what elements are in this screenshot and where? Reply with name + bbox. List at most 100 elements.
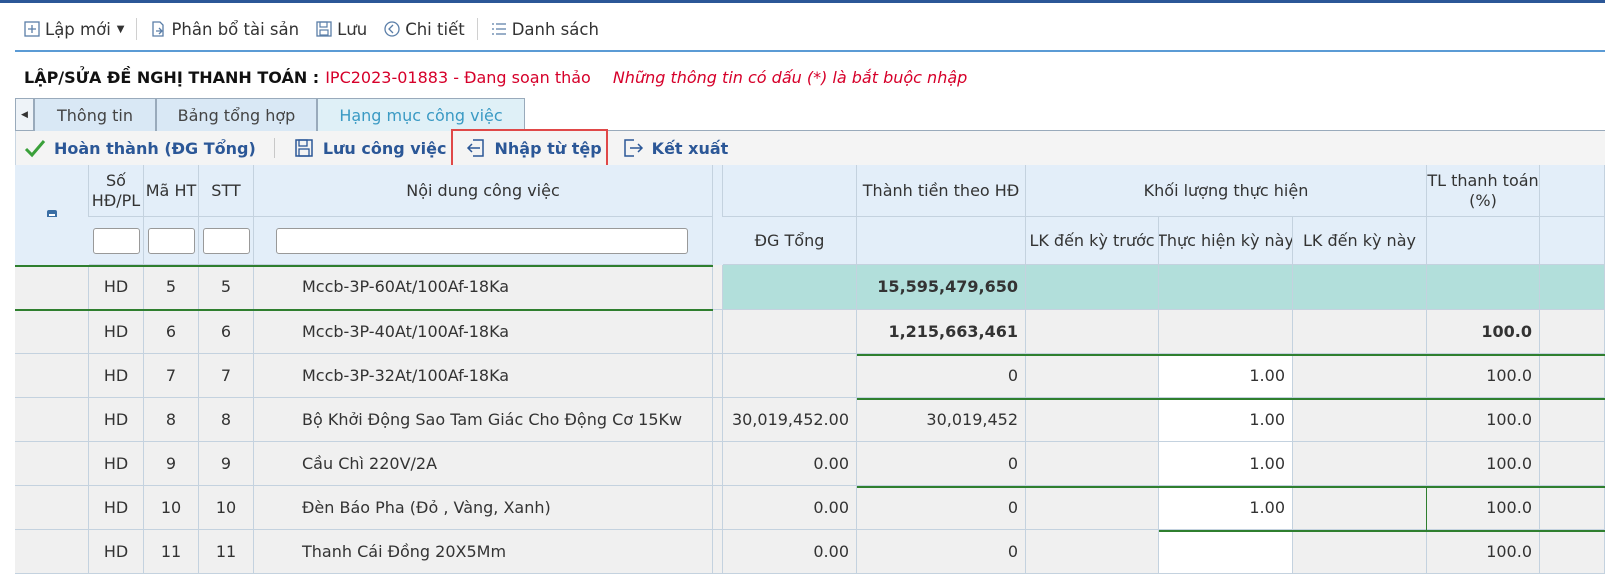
cell-stt[interactable]: 8 — [199, 398, 254, 442]
cell-stt[interactable]: 11 — [199, 530, 254, 574]
tab-summary[interactable]: Bảng tổng hợp — [156, 98, 317, 131]
export-button[interactable]: Kết xuất — [616, 131, 735, 165]
cell-prev[interactable] — [1026, 442, 1159, 486]
cell-rate[interactable] — [1427, 265, 1540, 310]
header-cumulative[interactable]: LK đến kỳ này — [1293, 217, 1427, 265]
cell-current[interactable] — [1159, 265, 1293, 310]
cell-content[interactable]: Mccb-3P-32At/100Af-18Ka — [254, 354, 713, 398]
table-row[interactable]: HD 11 11 Thanh Cái Đồng 20X5Mm 0.00 0 100.0 — [15, 530, 1605, 574]
cell-current[interactable] — [1159, 310, 1293, 354]
cell-content[interactable]: Mccb-3P-60At/100Af-18Ka — [254, 265, 713, 310]
cell-prev[interactable] — [1026, 354, 1159, 398]
allocate-assets-button[interactable]: Phân bổ tài sản — [141, 14, 307, 44]
cell-content[interactable]: Mccb-3P-40At/100Af-18Ka — [254, 310, 713, 354]
tab-info[interactable]: Thông tin — [34, 98, 156, 131]
complete-button[interactable]: Hoàn thành (ĐG Tổng) — [16, 131, 262, 165]
cell-prev[interactable] — [1026, 265, 1159, 310]
header-unit-price[interactable]: ĐG Tổng — [723, 217, 857, 265]
tab-work-items[interactable]: Hạng mục công việc — [317, 98, 525, 131]
cell-code[interactable]: 11 — [144, 530, 199, 574]
cell-stt[interactable]: 6 — [199, 310, 254, 354]
cell-contract[interactable]: HD — [89, 486, 144, 530]
cell-contract[interactable]: HD — [89, 354, 144, 398]
cell-rate[interactable]: 100.0 — [1427, 310, 1540, 354]
header-amount[interactable]: Thành tiền theo HĐ — [857, 165, 1026, 217]
cell-code[interactable]: 7 — [144, 354, 199, 398]
table-row[interactable]: HD 10 10 Đèn Báo Pha (Đỏ , Vàng, Xanh) 0.00 0… — [15, 486, 1605, 530]
cell-stt[interactable]: 9 — [199, 442, 254, 486]
header-code[interactable]: Mã HT — [144, 165, 199, 217]
detail-button[interactable]: Chi tiết — [375, 14, 472, 44]
header-prev[interactable]: LK đến kỳ trước — [1026, 217, 1159, 265]
import-from-file-button[interactable]: Nhập từ tệp — [450, 129, 608, 167]
cell-cumulative[interactable] — [1293, 354, 1427, 398]
cell-current[interactable]: 1.00 — [1159, 398, 1293, 442]
cell-cumulative[interactable] — [1293, 398, 1427, 442]
cell-stt[interactable]: 10 — [199, 486, 254, 530]
cell-unit-price[interactable]: 30,019,452.00 — [723, 398, 857, 442]
cell-current[interactable]: 1.00 — [1159, 486, 1293, 530]
cell-prev[interactable] — [1026, 310, 1159, 354]
cell-rate[interactable]: 100.0 — [1427, 442, 1540, 486]
cell-content[interactable]: Cầu Chì 220V/2A — [254, 442, 713, 486]
cell-content[interactable]: Đèn Báo Pha (Đỏ , Vàng, Xanh) — [254, 486, 713, 530]
cell-prev[interactable] — [1026, 398, 1159, 442]
cell-current[interactable]: 1.00 — [1159, 442, 1293, 486]
tab-scroll-left-icon[interactable]: ◀ — [15, 98, 34, 131]
cell-code[interactable]: 5 — [144, 265, 199, 310]
cell-content[interactable]: Bộ Khởi Động Sao Tam Giác Cho Động Cơ 15… — [254, 398, 713, 442]
cell-amount[interactable]: 0 — [857, 486, 1026, 530]
cell-amount[interactable]: 15,595,479,650 — [857, 265, 1026, 310]
cell-stt[interactable]: 5 — [199, 265, 254, 310]
cell-contract[interactable]: HD — [89, 310, 144, 354]
list-button[interactable]: Danh sách — [482, 14, 607, 44]
table-row[interactable]: HD 9 9 Cầu Chì 220V/2A 0.00 0 1.00 100.0 — [15, 442, 1605, 486]
cell-prev[interactable] — [1026, 486, 1159, 530]
cell-unit-price[interactable] — [723, 354, 857, 398]
chevron-down-icon[interactable]: ▼ — [117, 24, 125, 35]
filter-code-input[interactable] — [147, 227, 195, 254]
table-row[interactable]: HD 7 7 Mccb-3P-32At/100Af-18Ka 0 1.00 100.0 — [15, 354, 1605, 398]
cell-contract[interactable]: HD — [89, 442, 144, 486]
save-button[interactable]: Lưu — [307, 14, 375, 44]
cell-cumulative[interactable] — [1293, 310, 1427, 354]
cell-unit-price[interactable]: 0.00 — [723, 442, 857, 486]
cell-current[interactable] — [1159, 530, 1293, 574]
cell-stt[interactable]: 7 — [199, 354, 254, 398]
header-content[interactable]: Nội dung công việc — [254, 165, 713, 217]
table-row[interactable]: HD 5 5 Mccb-3P-60At/100Af-18Ka 15,595,479,65… — [15, 265, 1605, 310]
cell-cumulative[interactable] — [1293, 486, 1427, 530]
header-contract[interactable]: Số HĐ/PL — [89, 165, 144, 217]
cell-content[interactable]: Thanh Cái Đồng 20X5Mm — [254, 530, 713, 574]
filter-contract-input[interactable] — [92, 227, 140, 254]
cell-code[interactable]: 10 — [144, 486, 199, 530]
cell-cumulative[interactable] — [1293, 442, 1427, 486]
cell-prev[interactable] — [1026, 530, 1159, 574]
cell-cumulative[interactable] — [1293, 265, 1427, 310]
cell-unit-price[interactable] — [723, 265, 857, 310]
new-button[interactable]: Lập mới ▼ — [15, 14, 132, 44]
header-current[interactable]: Thực hiện kỳ này — [1159, 217, 1293, 265]
cell-contract[interactable]: HD — [89, 398, 144, 442]
cell-contract[interactable]: HD — [89, 530, 144, 574]
cell-rate[interactable]: 100.0 — [1427, 486, 1540, 530]
cell-unit-price[interactable]: 0.00 — [723, 486, 857, 530]
cell-amount[interactable]: 0 — [857, 530, 1026, 574]
cell-cumulative[interactable] — [1293, 530, 1427, 574]
save-work-button[interactable]: Lưu công việc — [287, 131, 447, 165]
filter-stt-input[interactable] — [202, 227, 250, 254]
table-row[interactable]: HD 8 8 Bộ Khởi Động Sao Tam Giác Cho Động C… — [15, 398, 1605, 442]
cell-rate[interactable]: 100.0 — [1427, 398, 1540, 442]
cell-code[interactable]: 8 — [144, 398, 199, 442]
cell-current[interactable]: 1.00 — [1159, 354, 1293, 398]
cell-code[interactable]: 9 — [144, 442, 199, 486]
cell-unit-price[interactable]: 0.00 — [723, 530, 857, 574]
table-row[interactable]: HD 6 6 Mccb-3P-40At/100Af-18Ka 1,215,663,461… — [15, 310, 1605, 354]
cell-amount[interactable]: 0 — [857, 354, 1026, 398]
cell-code[interactable]: 6 — [144, 310, 199, 354]
filter-content-input[interactable] — [276, 227, 688, 254]
header-pay-rate[interactable]: TL thanh toán (%) — [1427, 165, 1540, 217]
cell-contract[interactable]: HD — [89, 265, 144, 310]
cell-unit-price[interactable] — [723, 310, 857, 354]
cell-amount[interactable]: 0 — [857, 442, 1026, 486]
